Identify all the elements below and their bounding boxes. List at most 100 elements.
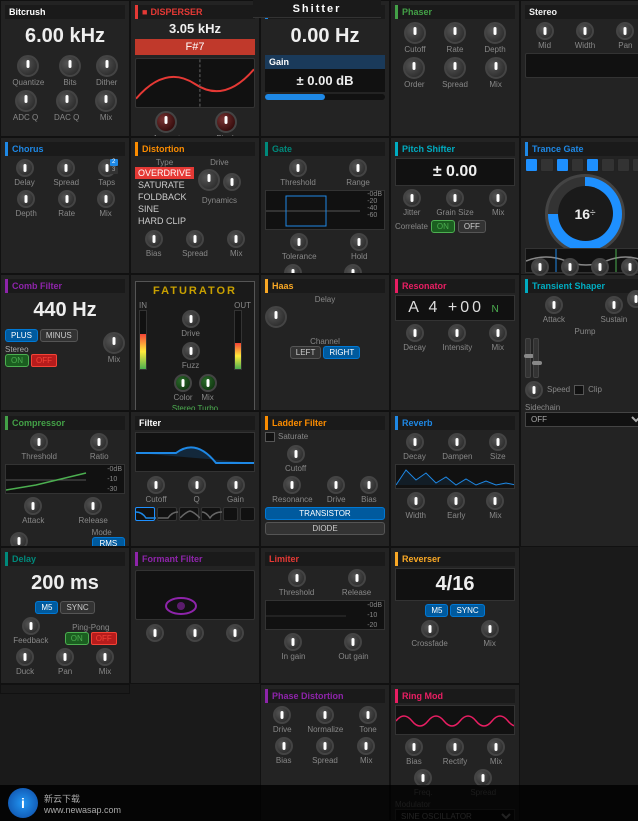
delay-mix-knob[interactable] xyxy=(96,648,114,666)
stereo-on-btn[interactable]: ON xyxy=(5,354,29,367)
mode-rms-btn[interactable]: RMS xyxy=(92,537,125,548)
tg-d-knob[interactable] xyxy=(561,258,579,276)
correlate-off-btn[interactable]: OFF xyxy=(458,220,486,233)
correlate-on-btn[interactable]: ON xyxy=(431,220,455,233)
filter-shape-notch[interactable] xyxy=(201,507,221,521)
ring-mod-mix-knob[interactable] xyxy=(487,738,505,756)
limiter-threshold-knob[interactable] xyxy=(288,569,306,587)
pd-spread-knob[interactable] xyxy=(316,737,334,755)
pd-bias-knob[interactable] xyxy=(275,737,293,755)
comp-makeup-knob[interactable] xyxy=(10,532,28,548)
reverb-mix-knob[interactable] xyxy=(486,492,504,510)
delay-pan-knob[interactable] xyxy=(56,648,74,666)
tg-mix-knob[interactable] xyxy=(627,290,638,308)
limiter-release-knob[interactable] xyxy=(348,569,366,587)
faturator-drive-knob[interactable] xyxy=(182,310,200,328)
gate-hold-knob[interactable] xyxy=(350,233,368,251)
ladder-bias-knob[interactable] xyxy=(360,476,378,494)
trance-gate-arc[interactable]: 16 ÷ xyxy=(545,174,625,254)
haas-delay-knob[interactable] xyxy=(265,306,287,328)
limiter-ingain-knob[interactable] xyxy=(284,633,302,651)
formant-knob-1[interactable] xyxy=(146,624,164,642)
ladder-drive-knob[interactable] xyxy=(327,476,345,494)
phaser-rate-knob[interactable] xyxy=(444,22,466,44)
gain-bar[interactable] xyxy=(265,94,385,100)
ladder-cutoff-knob[interactable] xyxy=(287,445,305,463)
grain-size-knob[interactable] xyxy=(446,189,464,207)
chorus-rate-knob[interactable] xyxy=(58,190,76,208)
reverser-mix-knob[interactable] xyxy=(481,620,499,638)
type-saturate[interactable]: SATURATE xyxy=(135,179,194,191)
gate-range-knob[interactable] xyxy=(349,159,367,177)
filter-q-knob[interactable] xyxy=(188,476,206,494)
pd-tone-knob[interactable] xyxy=(359,706,377,724)
formant-knob-3[interactable] xyxy=(226,624,244,642)
filter-shape-pk[interactable] xyxy=(240,507,255,521)
distortion-mix-knob[interactable] xyxy=(227,230,245,248)
filter-shape-bp[interactable] xyxy=(179,507,199,521)
phaser-cutoff-knob[interactable] xyxy=(404,22,426,44)
distortion-drive-knob[interactable] xyxy=(198,169,220,191)
phaser-spread-knob[interactable] xyxy=(444,57,466,79)
reverb-early-knob[interactable] xyxy=(447,492,465,510)
ts-sustain-knob[interactable] xyxy=(605,296,623,314)
distortion-dynamics-knob[interactable] xyxy=(223,173,241,191)
polarity-plus-btn[interactable]: PLUS xyxy=(5,329,38,342)
reverb-decay-knob[interactable] xyxy=(406,433,424,451)
ladder-resonance-knob[interactable] xyxy=(283,476,301,494)
ts-clip-check[interactable] xyxy=(574,385,584,395)
reverser-sync-btn[interactable]: SYNC xyxy=(450,604,484,617)
ping-pong-off-btn[interactable]: OFF xyxy=(91,632,117,645)
tg-step-3[interactable] xyxy=(556,158,569,172)
gate-tolerance-knob[interactable] xyxy=(290,233,308,251)
tg-s-knob[interactable] xyxy=(591,258,609,276)
ping-pong-on-btn[interactable]: ON xyxy=(65,632,89,645)
gate-threshold-knob[interactable] xyxy=(289,159,307,177)
disperser-amount-knob[interactable] xyxy=(155,111,177,133)
tg-a-knob[interactable] xyxy=(531,258,549,276)
haas-right-btn[interactable]: RIGHT xyxy=(323,346,360,359)
dac-q-knob[interactable] xyxy=(56,90,78,112)
chorus-depth-knob[interactable] xyxy=(17,190,35,208)
tg-step-7[interactable] xyxy=(617,158,630,172)
reverser-m5-btn[interactable]: M5 xyxy=(425,604,448,617)
comp-threshold-knob[interactable] xyxy=(30,433,48,451)
pitch-mix-knob[interactable] xyxy=(489,189,507,207)
ts-attack-knob[interactable] xyxy=(545,296,563,314)
type-overdrive[interactable]: OVERDRIVE xyxy=(135,167,194,179)
reverb-width-knob[interactable] xyxy=(407,492,425,510)
phaser-order-knob[interactable] xyxy=(403,57,425,79)
pd-drive-knob[interactable] xyxy=(273,706,291,724)
stereo-off-btn[interactable]: OFF xyxy=(31,354,57,367)
faturator-mix-knob[interactable] xyxy=(199,374,217,392)
filter-shape-ap[interactable] xyxy=(223,507,238,521)
stereo-pan-knob[interactable] xyxy=(616,22,634,40)
ladder-saturate-check[interactable] xyxy=(265,432,275,442)
tg-step-6[interactable] xyxy=(601,158,614,172)
distortion-spread-knob[interactable] xyxy=(186,230,204,248)
type-foldback[interactable]: FOLDBACK xyxy=(135,191,194,203)
filter-shape-lp[interactable] xyxy=(135,507,155,521)
faturator-color-knob[interactable] xyxy=(174,374,192,392)
ts-speed-knob[interactable] xyxy=(525,381,543,399)
ts-sidechain-select[interactable]: OFF xyxy=(525,412,638,427)
gate-release-knob[interactable] xyxy=(344,264,362,274)
comb-mix-knob[interactable] xyxy=(103,332,125,354)
chorus-mix-knob[interactable] xyxy=(97,190,115,208)
stereo-width-knob[interactable] xyxy=(576,22,594,40)
tg-step-5[interactable] xyxy=(586,158,599,172)
comp-release-knob[interactable] xyxy=(84,497,102,515)
jitter-knob[interactable] xyxy=(403,189,421,207)
delay-sync-btn[interactable]: SYNC xyxy=(60,601,94,614)
reverser-crossfade-knob[interactable] xyxy=(421,620,439,638)
gate-attack-knob[interactable] xyxy=(284,264,302,274)
limiter-outgain-knob[interactable] xyxy=(344,633,362,651)
pd-normalize-knob[interactable] xyxy=(316,706,334,724)
tg-r-knob[interactable] xyxy=(621,258,638,276)
disperser-pinch-knob[interactable] xyxy=(215,111,237,133)
ring-mod-rectify-knob[interactable] xyxy=(446,738,464,756)
delay-duck-knob[interactable] xyxy=(16,648,34,666)
ladder-transistor-btn[interactable]: TRANSISTOR xyxy=(265,507,385,520)
bits-knob[interactable] xyxy=(59,55,81,77)
delay-feedback-knob[interactable] xyxy=(22,617,40,635)
